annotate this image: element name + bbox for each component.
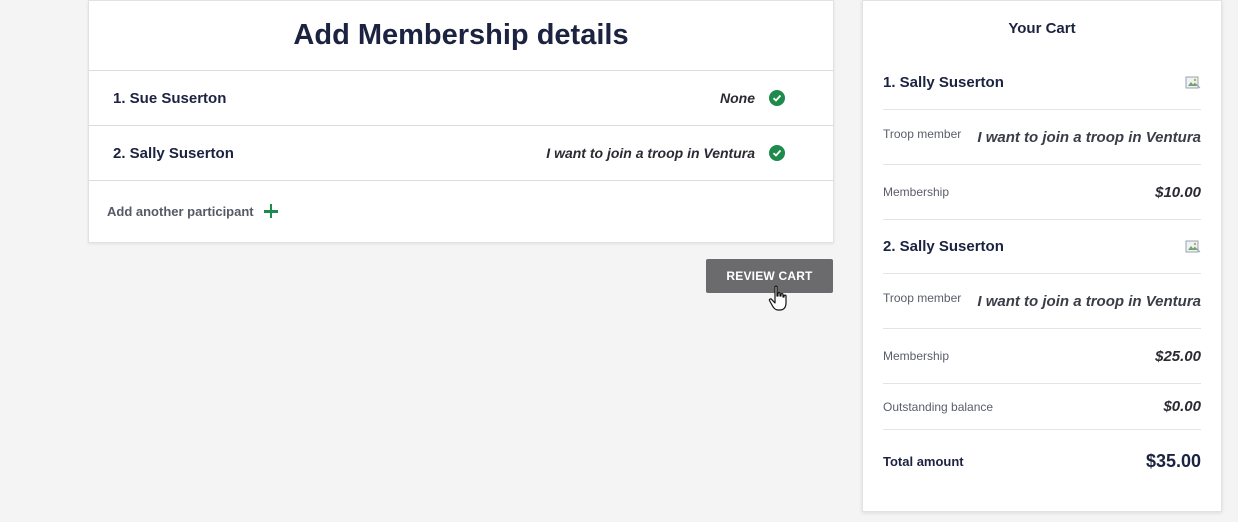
plus-icon[interactable] (263, 204, 278, 218)
membership-price: $10.00 (1155, 183, 1201, 201)
hand-cursor-icon (768, 285, 787, 311)
total-value: $35.00 (1145, 450, 1201, 471)
balance-label: Outstanding balance (883, 399, 994, 414)
broken-image-icon (1185, 239, 1201, 255)
troop-label: Troop member (883, 127, 962, 141)
membership-label: Membership (883, 349, 950, 363)
cart-membership-row: Membership $25.00 (883, 329, 1201, 384)
page: Add Membership details 1. Sue Suserton N… (0, 0, 1238, 522)
cart-troop-row: Troop member I want to join a troop in V… (883, 274, 1201, 329)
participant-row[interactable]: 1. Sue Suserton None (89, 71, 833, 126)
participant-name: 2. Sally Suserton (113, 144, 234, 162)
broken-image-icon (1185, 75, 1201, 91)
participant-status: None (720, 90, 755, 106)
add-participant-label: Add another participant (107, 203, 254, 219)
check-icon (769, 145, 785, 161)
troop-value: I want to join a troop in Ventura (977, 128, 1201, 146)
cart-person-name: 2. Sally Suserton (883, 238, 1004, 255)
membership-price: $25.00 (1155, 347, 1201, 365)
cart-troop-row: Troop member I want to join a troop in V… (883, 110, 1201, 165)
cart-person-name: 1. Sally Suserton (883, 74, 1004, 91)
membership-card: Add Membership details 1. Sue Suserton N… (88, 0, 834, 243)
check-icon (769, 90, 785, 106)
cart-balance-row: Outstanding balance $0.00 (883, 384, 1201, 430)
cart-panel: Your Cart 1. Sally Suserton Troop member… (862, 0, 1222, 512)
page-title: Add Membership details (89, 1, 833, 71)
troop-value: I want to join a troop in Ventura (977, 292, 1201, 310)
participant-row[interactable]: 2. Sally Suserton I want to join a troop… (89, 126, 833, 181)
cart-person-row: 2. Sally Suserton (883, 220, 1201, 274)
membership-label: Membership (883, 185, 950, 199)
cart-title: Your Cart (1008, 20, 1076, 37)
total-label: Total amount (883, 453, 964, 469)
troop-label: Troop member (883, 291, 962, 305)
cart-total-row: Total amount $35.00 (883, 430, 1201, 492)
add-participant-link[interactable]: Add another participant (89, 181, 833, 241)
participant-name: 1. Sue Suserton (113, 89, 227, 107)
participant-status: I want to join a troop in Ventura (546, 145, 755, 161)
cart-person-row: 1. Sally Suserton (883, 56, 1201, 110)
cart-membership-row: Membership $10.00 (883, 165, 1201, 220)
balance-value: $0.00 (1163, 398, 1201, 415)
